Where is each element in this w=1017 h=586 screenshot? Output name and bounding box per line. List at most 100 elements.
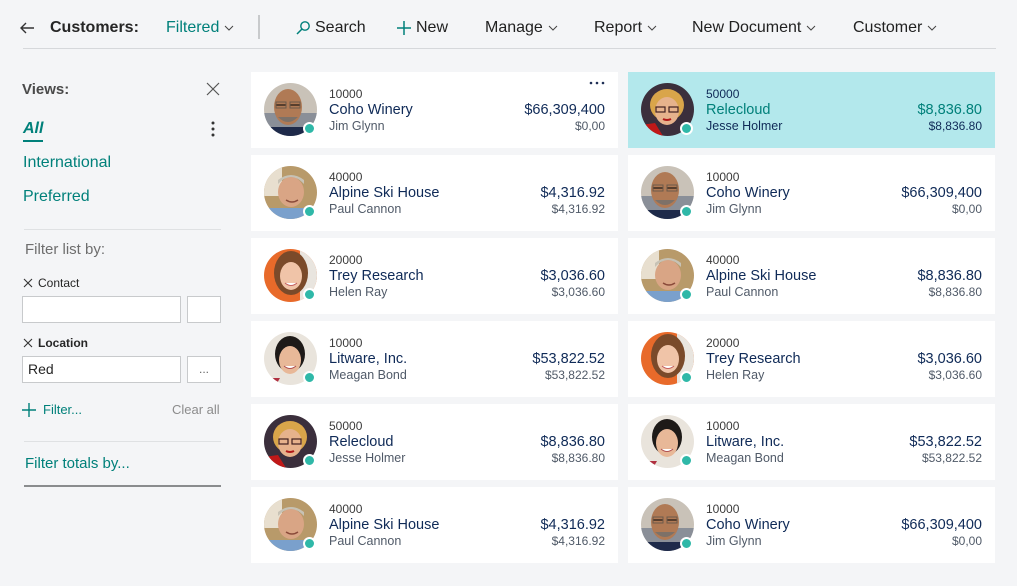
customer-number: 10000	[706, 170, 740, 184]
customer-card[interactable]: 10000 Coho Winery Jim Glynn $66,309,400 $0,0…	[628, 155, 995, 231]
location-filter-lookup-button[interactable]: ...	[187, 356, 221, 383]
status-indicator	[680, 454, 693, 467]
close-filter-pane-button[interactable]	[206, 82, 220, 96]
contact-filter-lookup[interactable]	[187, 296, 221, 323]
customer-card[interactable]: 10000 Litware, Inc. Meagan Bond $53,822.52 $…	[251, 321, 618, 397]
customer-balance: $66,309,400	[901, 185, 982, 201]
customer-card[interactable]: 20000 Trey Research Helen Ray $3,036.60 $3,0…	[251, 238, 618, 314]
filter-state-label: Filtered	[166, 19, 220, 36]
customer-balance-due: $8,836.80	[551, 451, 605, 465]
contact-filter-input[interactable]	[22, 296, 181, 323]
customer-name: Trey Research	[706, 351, 801, 367]
remove-filter-icon[interactable]	[23, 278, 33, 288]
customer-contact: Paul Cannon	[329, 534, 402, 548]
view-all[interactable]: All	[23, 120, 44, 142]
action-bar: Customers: Filtered Search New Manage Re…	[0, 0, 1017, 50]
customer-card[interactable]: 10000 Coho Winery Jim Glynn $66,309,400 $0,0…	[251, 72, 618, 148]
customer-balance: $53,822.52	[909, 434, 982, 450]
report-label: Report	[594, 19, 643, 36]
action-bar-divider	[23, 48, 996, 49]
filter-totals-underline	[24, 485, 221, 487]
new-label: New	[416, 19, 449, 36]
new-document-menu[interactable]: New Document	[692, 17, 816, 39]
page-title: Customers:	[50, 19, 139, 36]
customer-number: 20000	[706, 336, 740, 350]
customer-balance-due: $4,316.92	[551, 202, 605, 216]
customer-card[interactable]: 10000 Litware, Inc. Meagan Bond $53,822.52 $…	[628, 404, 995, 480]
location-filter-input[interactable]: Red	[22, 356, 181, 383]
customer-balance: $8,836.80	[917, 102, 982, 118]
search-button[interactable]: Search	[295, 17, 366, 39]
back-button[interactable]	[18, 17, 40, 39]
customer-name: Coho Winery	[706, 517, 790, 533]
customer-card[interactable]: 40000 Alpine Ski House Paul Cannon $8,836.8…	[628, 238, 995, 314]
customer-number: 40000	[329, 170, 363, 184]
add-filter-button[interactable]: Filter...	[22, 402, 82, 417]
customer-contact: Jim Glynn	[329, 119, 385, 133]
view-international[interactable]: International	[23, 154, 111, 172]
customer-balance-due: $53,822.52	[544, 368, 605, 382]
filter-totals-link[interactable]: Filter totals by...	[25, 455, 130, 472]
chevron-down-icon	[806, 23, 816, 33]
customer-balance: $53,822.52	[532, 351, 605, 367]
clear-all-button[interactable]: Clear all	[172, 402, 220, 417]
customer-card[interactable]: 50000 Relecloud Jesse Holmer $8,836.80 $8,83…	[251, 404, 618, 480]
status-indicator	[680, 288, 693, 301]
customer-card[interactable]: 10000 Coho Winery Jim Glynn $66,309,400 $0,0…	[628, 487, 995, 563]
view-preferred[interactable]: Preferred	[23, 188, 90, 206]
contact-filter-name: Contact	[38, 276, 80, 290]
customer-card[interactable]: 50000 Relecloud Jesse Holmer $8,836.80 $8,83…	[628, 72, 995, 148]
customer-menu[interactable]: Customer	[853, 17, 937, 39]
remove-filter-icon[interactable]	[23, 338, 33, 348]
customer-name: Coho Winery	[329, 102, 413, 118]
views-more-button[interactable]	[207, 120, 219, 138]
plus-icon	[396, 20, 412, 36]
customer-number: 40000	[329, 502, 363, 516]
customer-card[interactable]: 40000 Alpine Ski House Paul Cannon $4,316.9…	[251, 155, 618, 231]
customer-balance: $66,309,400	[524, 102, 605, 118]
search-icon	[295, 20, 311, 36]
customer-balance: $4,316.92	[540, 517, 605, 533]
card-more-button[interactable]	[589, 80, 605, 86]
customer-number: 40000	[706, 253, 740, 267]
chevron-down-icon	[647, 23, 657, 33]
customer-balance: $8,836.80	[540, 434, 605, 450]
customer-balance-due: $0,00	[951, 534, 982, 548]
new-button[interactable]: New	[396, 17, 448, 39]
customer-contact: Jesse Holmer	[329, 451, 406, 465]
status-indicator	[680, 537, 693, 550]
chevron-down-icon	[927, 23, 937, 33]
filter-list-title: Filter list by:	[25, 241, 106, 258]
report-menu[interactable]: Report	[594, 17, 657, 39]
customer-contact: Paul Cannon	[706, 285, 779, 299]
new-document-label: New Document	[692, 19, 802, 36]
customer-card[interactable]: 40000 Alpine Ski House Paul Cannon $4,316.9…	[251, 487, 618, 563]
close-icon	[206, 82, 220, 96]
customer-number: 10000	[706, 419, 740, 433]
customer-contact: Meagan Bond	[706, 451, 784, 465]
customer-name: Alpine Ski House	[329, 185, 440, 201]
manage-label: Manage	[485, 19, 543, 36]
customer-number: 50000	[329, 419, 363, 433]
add-filter-label: Filter...	[43, 402, 83, 417]
filter-state-dropdown[interactable]: Filtered	[166, 17, 234, 39]
plus-icon	[22, 402, 36, 417]
status-indicator	[303, 205, 316, 218]
manage-menu[interactable]: Manage	[485, 17, 558, 39]
customer-name: Alpine Ski House	[706, 268, 817, 284]
customer-name: Relecloud	[329, 434, 394, 450]
customer-contact: Jesse Holmer	[706, 119, 783, 133]
status-indicator	[303, 122, 316, 135]
customer-name: Alpine Ski House	[329, 517, 440, 533]
customer-name: Litware, Inc.	[706, 434, 785, 450]
customer-card[interactable]: 20000 Trey Research Helen Ray $3,036.60 $3,0…	[628, 321, 995, 397]
customer-balance-due: $8,836.80	[928, 285, 982, 299]
customer-balance-due: $3,036.60	[928, 368, 982, 382]
customer-name: Litware, Inc.	[329, 351, 408, 367]
status-indicator	[303, 288, 316, 301]
status-indicator	[303, 371, 316, 384]
customer-contact: Jim Glynn	[706, 202, 762, 216]
location-filter-name: Location	[38, 336, 88, 350]
customer-balance-due: $0,00	[574, 119, 605, 133]
more-horizontal-icon	[589, 81, 605, 85]
